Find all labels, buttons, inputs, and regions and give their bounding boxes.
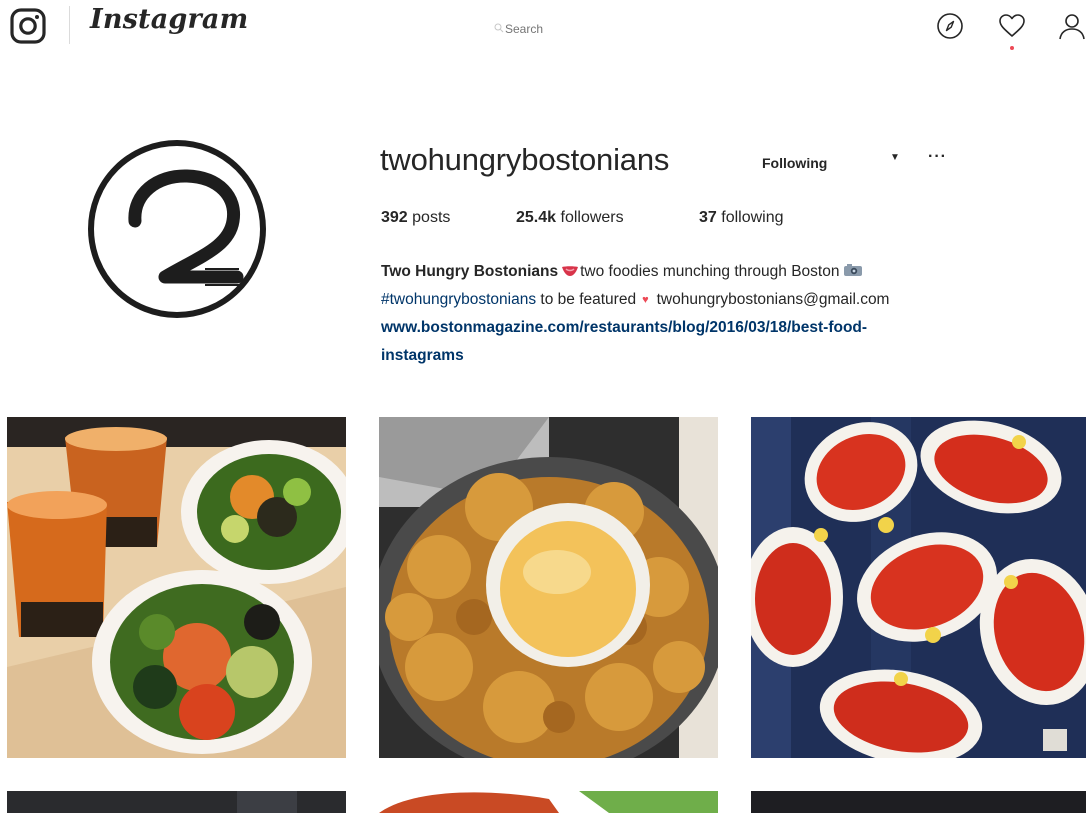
post-thumbnail[interactable] xyxy=(379,791,718,813)
post-thumbnail[interactable] xyxy=(751,417,1086,758)
bio-line-4: instagrams xyxy=(381,342,1071,370)
more-options-button[interactable]: ··· xyxy=(928,148,947,166)
following-label: following xyxy=(721,209,784,226)
following-stat[interactable]: 37 following xyxy=(699,209,784,227)
followers-label: followers xyxy=(560,209,624,226)
bio-email: twohungrybostonians@gmail.com xyxy=(656,291,890,308)
followers-count: 25.4k xyxy=(516,209,557,226)
followers-stat[interactable]: 25.4k followers xyxy=(516,209,624,227)
bio-hashtag[interactable]: #twohungrybostonians xyxy=(381,291,536,308)
profile-username: twohungrybostonians xyxy=(380,142,670,177)
notification-dot xyxy=(1010,46,1014,50)
post-thumbnail[interactable] xyxy=(751,791,1086,813)
post-thumbnail[interactable] xyxy=(379,417,718,758)
search-icon xyxy=(494,23,504,33)
bio-link-line2[interactable]: instagrams xyxy=(381,347,464,364)
top-nav: Instagram xyxy=(0,0,1086,52)
heart-icon[interactable] xyxy=(998,12,1026,40)
user-icon[interactable] xyxy=(1058,12,1086,40)
bio-line-2: #twohungrybostonians to be featured ♥ twoh… xyxy=(381,286,1071,314)
posts-label: posts xyxy=(412,209,451,226)
bio-link-line1[interactable]: www.bostonmagazine.com/restaurants/blog/… xyxy=(381,319,867,336)
bio-line-1: Two Hungry Bostonians two foodies munchin… xyxy=(381,258,1071,286)
search-input[interactable] xyxy=(505,18,615,40)
nav-divider xyxy=(69,6,70,44)
posts-stat: 392 posts xyxy=(381,209,450,227)
bio-tagline: two foodies munching through Boston xyxy=(580,263,840,280)
bio-line-3: www.bostonmagazine.com/restaurants/blog/… xyxy=(381,314,1071,342)
profile-avatar[interactable] xyxy=(87,139,267,319)
posts-count: 392 xyxy=(381,209,408,226)
compass-icon[interactable] xyxy=(936,12,964,40)
instagram-camera-icon[interactable] xyxy=(10,8,46,44)
post-thumbnail[interactable] xyxy=(7,417,346,758)
bio-featured-text: to be featured xyxy=(540,291,637,308)
post-thumbnail[interactable] xyxy=(7,791,346,813)
bio-name: Two Hungry Bostonians xyxy=(381,263,559,280)
mouth-emoji-icon xyxy=(562,266,579,276)
chevron-down-icon[interactable]: ▼ xyxy=(890,152,900,163)
profile-bio: Two Hungry Bostonians two foodies munchin… xyxy=(381,258,1071,370)
instagram-wordmark[interactable]: Instagram xyxy=(90,4,248,35)
heart-emoji-icon: ♥ xyxy=(642,294,649,306)
following-count: 37 xyxy=(699,209,717,226)
camera-emoji-icon xyxy=(844,264,863,276)
